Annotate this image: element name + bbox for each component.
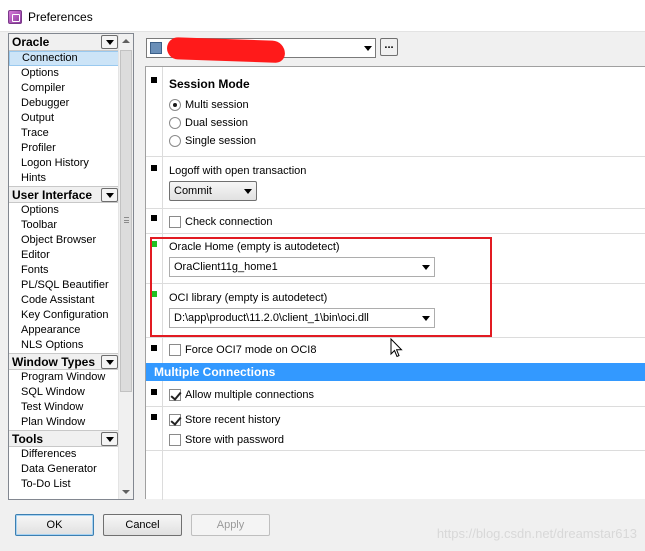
- nav-item[interactable]: Program Window: [9, 370, 119, 385]
- multi-session-radio[interactable]: [169, 99, 181, 111]
- category-scrollbar[interactable]: [118, 34, 133, 499]
- nav-item[interactable]: Connection: [9, 51, 119, 66]
- setting-marker-icon: [151, 345, 157, 351]
- store-password-checkbox[interactable]: [169, 434, 181, 446]
- logoff-section: Logoff with open transaction Commit: [146, 157, 645, 209]
- scroll-grip-icon: [124, 217, 129, 223]
- nav-item[interactable]: Fonts: [9, 263, 119, 278]
- nav-group-header[interactable]: Oracle: [9, 34, 119, 51]
- collapse-chevron-icon[interactable]: [101, 432, 118, 446]
- dual-session-label[interactable]: Dual session: [185, 117, 248, 129]
- store-history-checkbox[interactable]: [169, 414, 181, 426]
- scroll-thumb[interactable]: [120, 50, 132, 392]
- session-mode-section: Session Mode Multi session Dual session …: [146, 67, 645, 157]
- single-session-label[interactable]: Single session: [185, 135, 256, 147]
- section-divider: [162, 67, 163, 156]
- nav-item[interactable]: Toolbar: [9, 218, 119, 233]
- section-divider: [162, 451, 163, 500]
- setting-marker-icon: [151, 389, 157, 395]
- store-history-label[interactable]: Store recent history: [185, 414, 280, 426]
- nav-item[interactable]: Code Assistant: [9, 293, 119, 308]
- collapse-chevron-icon[interactable]: [101, 355, 118, 369]
- nav-item[interactable]: Test Window: [9, 400, 119, 415]
- check-connection-section: Check connection: [146, 209, 645, 234]
- profile-options-button[interactable]: ...: [380, 38, 398, 56]
- nav-group-header[interactable]: Tools: [9, 430, 119, 447]
- nav-item[interactable]: PL/SQL Beautifier: [9, 278, 119, 293]
- setting-marker-icon: [151, 77, 157, 83]
- nav-item[interactable]: Options: [9, 203, 119, 218]
- force-oci7-label[interactable]: Force OCI7 mode on OCI8: [185, 344, 316, 356]
- collapse-chevron-icon[interactable]: [101, 188, 118, 202]
- nav-group-header[interactable]: Window Types: [9, 353, 119, 370]
- nav-group-header[interactable]: User Interface: [9, 186, 119, 203]
- connection-profile-select[interactable]: [146, 36, 376, 64]
- section-divider: [162, 209, 163, 233]
- nav-item[interactable]: Options: [9, 66, 119, 81]
- history-section: Store recent history Store with password: [146, 407, 645, 451]
- watermark-text: https://blog.csdn.net/dreamstar613: [436, 526, 637, 541]
- cancel-button[interactable]: Cancel: [103, 514, 182, 536]
- section-divider: [162, 338, 163, 363]
- category-navigator: Oracle Connection Options Compiler Debugger O…: [8, 33, 134, 500]
- session-mode-heading: Session Mode: [169, 77, 250, 91]
- logoff-value: Commit: [174, 185, 212, 197]
- nav-item[interactable]: Plan Window: [9, 415, 119, 430]
- chevron-down-icon: [364, 46, 372, 51]
- store-password-label[interactable]: Store with password: [185, 434, 284, 446]
- check-connection-checkbox[interactable]: [169, 216, 181, 228]
- allow-multiple-checkbox[interactable]: [169, 389, 181, 401]
- nav-item[interactable]: Data Generator: [9, 462, 119, 477]
- multiple-connections-header: Multiple Connections: [146, 363, 645, 381]
- nav-item[interactable]: Editor: [9, 248, 119, 263]
- nav-group-label: Oracle: [12, 35, 50, 49]
- setting-marker-icon: [151, 414, 157, 420]
- window-title: Preferences: [28, 10, 93, 24]
- chevron-down-icon: [244, 189, 252, 194]
- single-session-radio[interactable]: [169, 135, 181, 147]
- nav-item[interactable]: Trace: [9, 126, 119, 141]
- nav-item[interactable]: Logon History: [9, 156, 119, 171]
- nav-item[interactable]: SQL Window: [9, 385, 119, 400]
- dual-session-radio[interactable]: [169, 117, 181, 129]
- nav-item[interactable]: Hints: [9, 171, 119, 186]
- nav-item[interactable]: Appearance: [9, 323, 119, 338]
- section-divider: [162, 157, 163, 208]
- nav-group-label: Window Types: [12, 355, 96, 369]
- multi-session-label[interactable]: Multi session: [185, 99, 249, 111]
- nav-item[interactable]: Compiler: [9, 81, 119, 96]
- apply-button[interactable]: Apply: [191, 514, 270, 536]
- nav-item[interactable]: Debugger: [9, 96, 119, 111]
- section-divider: [162, 381, 163, 406]
- collapse-chevron-icon[interactable]: [101, 35, 118, 49]
- scroll-up-arrow-icon[interactable]: [122, 39, 130, 43]
- setting-marker-icon: [151, 215, 157, 221]
- nav-item[interactable]: Profiler: [9, 141, 119, 156]
- nav-item[interactable]: Object Browser: [9, 233, 119, 248]
- force-oci7-checkbox[interactable]: [169, 344, 181, 356]
- nav-group-label: Tools: [12, 432, 44, 446]
- empty-section: [146, 451, 645, 500]
- nav-group-label: User Interface: [12, 188, 93, 202]
- logoff-label: Logoff with open transaction: [169, 165, 307, 177]
- section-divider: [162, 407, 163, 450]
- check-connection-label[interactable]: Check connection: [185, 216, 272, 228]
- category-list: Oracle Connection Options Compiler Debugger O…: [9, 34, 119, 499]
- nav-item[interactable]: NLS Options: [9, 338, 119, 353]
- title-bar: Preferences: [0, 0, 645, 32]
- scroll-down-arrow-icon[interactable]: [122, 490, 130, 494]
- nav-item[interactable]: Differences: [9, 447, 119, 462]
- nav-item[interactable]: To-Do List: [9, 477, 119, 492]
- annotation-highlight-box: [150, 237, 492, 337]
- allow-multiple-section: Allow multiple connections: [146, 381, 645, 407]
- preferences-app-icon: [8, 10, 22, 24]
- allow-multiple-label[interactable]: Allow multiple connections: [185, 389, 314, 401]
- nav-item[interactable]: Output: [9, 111, 119, 126]
- ok-button[interactable]: OK: [15, 514, 94, 536]
- nav-item[interactable]: Key Configuration: [9, 308, 119, 323]
- redaction-mark: [166, 36, 286, 64]
- logoff-select[interactable]: Commit: [169, 181, 257, 201]
- setting-marker-icon: [151, 165, 157, 171]
- profile-icon: [150, 42, 162, 54]
